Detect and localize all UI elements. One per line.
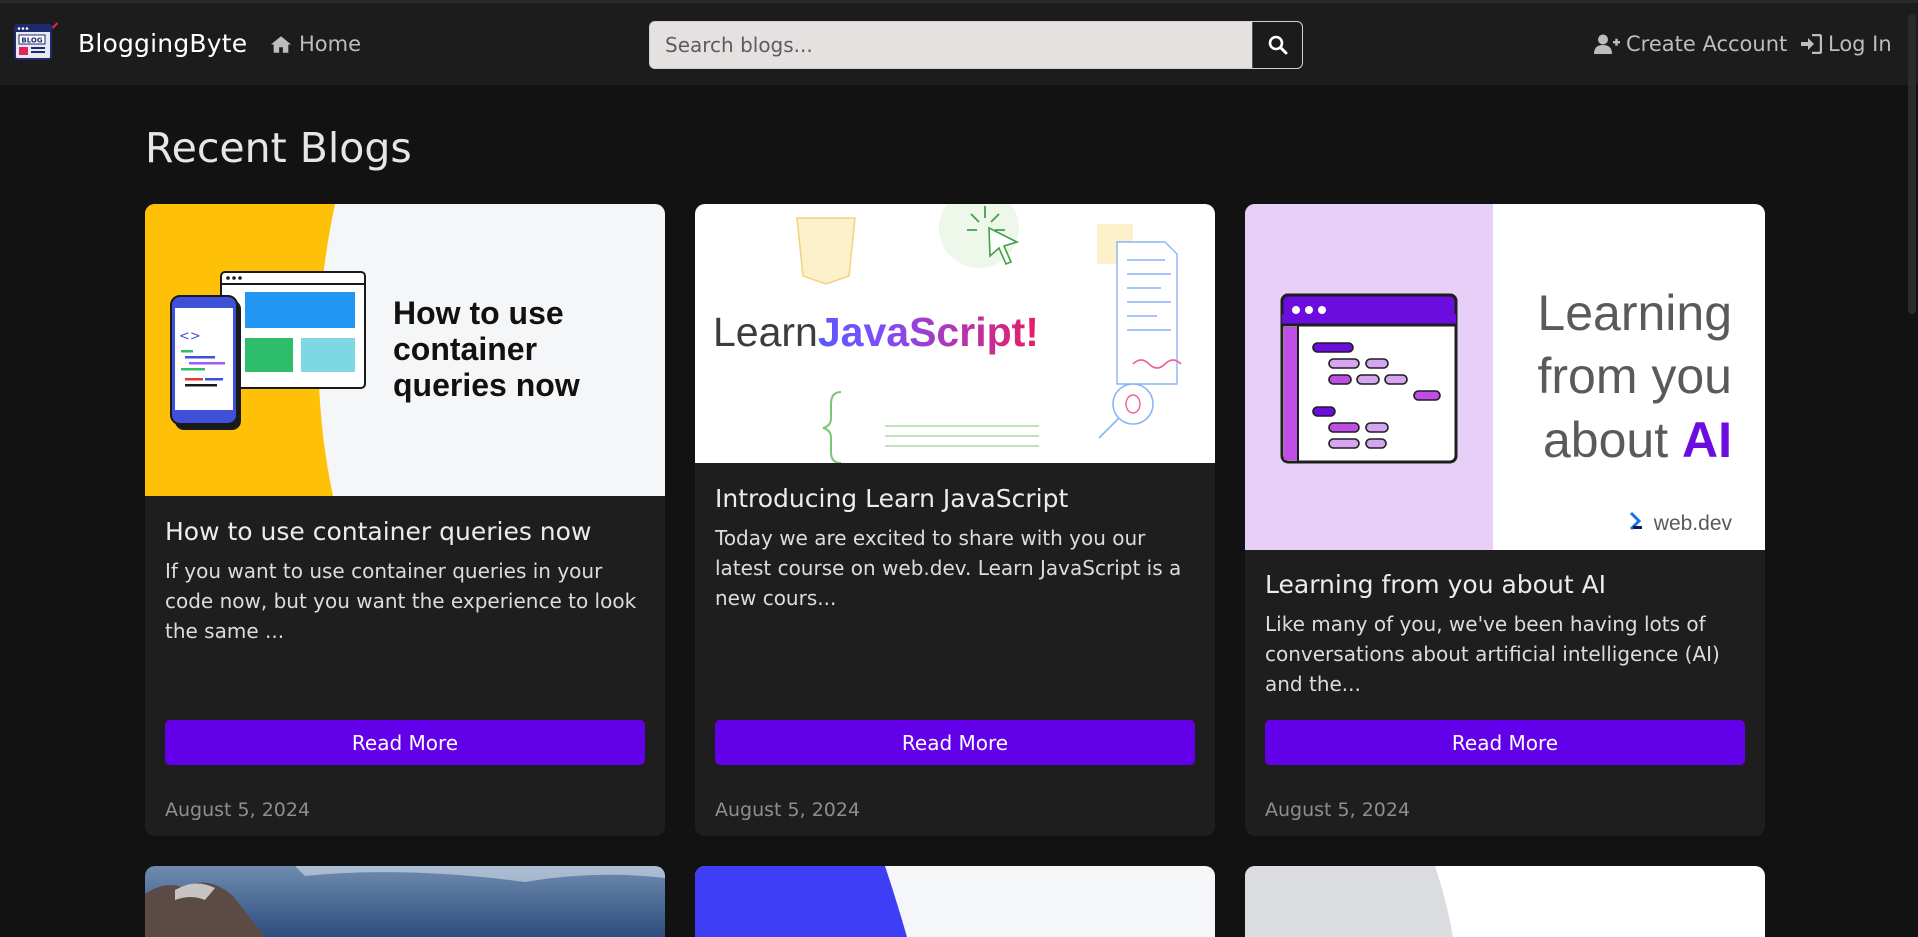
log-in-link[interactable]: Log In (1801, 32, 1892, 56)
svg-text:web.dev: web.dev (1653, 512, 1733, 535)
learning-ai-illustration: Learning from you about AI web.dev (1245, 204, 1765, 550)
read-more-button[interactable]: Read More (715, 720, 1195, 765)
blog-card (695, 866, 1215, 937)
card-excerpt: Like many of you, we've been having lots… (1265, 612, 1720, 696)
svg-text:<>: <> (179, 329, 201, 344)
create-account-label: Create Account (1626, 32, 1788, 56)
sign-in-icon (1801, 34, 1822, 54)
card-title[interactable]: How to use container queries now (165, 517, 591, 546)
card-thumbnail: <> How to use container queries now (145, 204, 665, 496)
blog-card: Learning from you about AI web.dev Learn… (1245, 204, 1765, 836)
scrollbar-thumb[interactable] (1908, 14, 1916, 314)
user-plus-icon (1594, 34, 1620, 54)
nav-home-label: Home (299, 32, 362, 56)
svg-text:queries now: queries now (393, 367, 580, 403)
blog-card: LearnJavaScript! Introducing Learn JavaS… (695, 204, 1215, 836)
blog-card: <> How to use container queries now How … (145, 204, 665, 836)
navbar: BLOG BloggingByte Home Create Ac (0, 3, 1918, 85)
blog-card (1245, 866, 1765, 937)
read-more-button[interactable]: Read More (1265, 720, 1745, 765)
card-date: August 5, 2024 (1265, 799, 1411, 821)
search-input[interactable] (650, 22, 1252, 68)
blog-logo-icon: BLOG (14, 22, 58, 60)
card-thumbnail: LearnJavaScript! (695, 204, 1215, 463)
svg-text:container: container (393, 331, 537, 367)
card-title[interactable]: Learning from you about AI (1265, 570, 1606, 599)
search-button[interactable] (1252, 22, 1302, 68)
container-queries-illustration: <> How to use container queries now (145, 204, 665, 496)
svg-text:about AI: about AI (1543, 412, 1732, 468)
gray-wave-thumbnail (1245, 866, 1765, 937)
log-in-label: Log In (1828, 32, 1892, 56)
svg-text:from you: from you (1537, 348, 1732, 404)
read-more-button[interactable]: Read More (165, 720, 645, 765)
blog-card (145, 866, 665, 937)
nav-home-link[interactable]: Home (270, 32, 361, 56)
mountain-photo-thumbnail (145, 866, 665, 937)
card-title[interactable]: Introducing Learn JavaScript (715, 484, 1068, 513)
card-date: August 5, 2024 (165, 799, 311, 821)
home-icon (270, 35, 292, 53)
card-thumbnail: Learning from you about AI web.dev (1245, 204, 1765, 550)
brand[interactable]: BLOG BloggingByte (14, 21, 247, 65)
learn-javascript-illustration: LearnJavaScript! (695, 204, 1215, 463)
search-bar (649, 21, 1303, 69)
search-icon (1268, 35, 1287, 55)
svg-text:Learning: Learning (1537, 285, 1732, 341)
card-excerpt: If you want to use container queries in … (165, 559, 637, 643)
card-excerpt: Today we are excited to share with you o… (715, 526, 1182, 610)
svg-text:BLOG: BLOG (21, 37, 42, 45)
brand-name: BloggingByte (78, 28, 248, 58)
card-date: August 5, 2024 (715, 799, 861, 821)
svg-text:LearnJavaScript!: LearnJavaScript! (713, 309, 1039, 355)
section-title: Recent Blogs (145, 124, 412, 172)
create-account-link[interactable]: Create Account (1594, 32, 1787, 56)
svg-text:How to use: How to use (393, 295, 564, 331)
blue-wave-thumbnail (695, 866, 1215, 937)
